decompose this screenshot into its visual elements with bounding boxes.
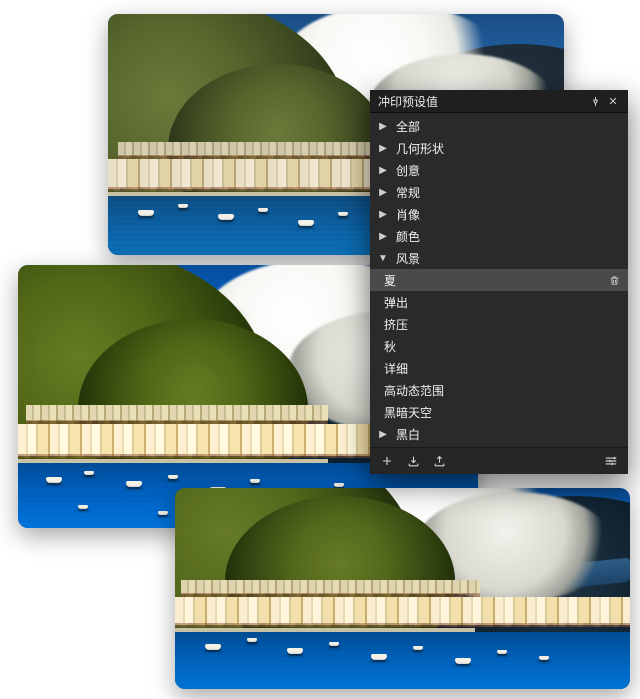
preset-group[interactable]: 颜色: [370, 225, 628, 247]
preset-group-label: 颜色: [396, 228, 420, 245]
preset-group-label: 常规: [396, 184, 420, 201]
panel-footer: [370, 447, 628, 474]
chevron-right-icon: [376, 165, 390, 176]
preset-item[interactable]: 夏: [370, 269, 628, 291]
preset-group-label: 创意: [396, 162, 420, 179]
preset-item[interactable]: 黑暗天空: [370, 401, 628, 423]
preset-group[interactable]: 几何形状: [370, 137, 628, 159]
add-icon[interactable]: [376, 451, 398, 471]
panel-title: 冲印预设值: [378, 93, 586, 110]
preset-item[interactable]: 挤压: [370, 313, 628, 335]
preset-group-label: 几何形状: [396, 140, 444, 157]
preset-group[interactable]: 全部: [370, 115, 628, 137]
chevron-right-icon: [376, 187, 390, 198]
preset-item[interactable]: 弹出: [370, 291, 628, 313]
preset-group-label: 黑白: [396, 426, 420, 443]
chevron-right-icon: [376, 209, 390, 220]
preset-item-label: 秋: [384, 338, 396, 355]
preset-group[interactable]: 风景: [370, 247, 628, 269]
chevron-right-icon: [376, 231, 390, 242]
trash-icon[interactable]: [609, 275, 620, 286]
preset-item[interactable]: 详细: [370, 357, 628, 379]
chevron-right-icon: [376, 121, 390, 132]
preset-item-label: 黑暗天空: [384, 404, 432, 421]
preset-group[interactable]: 黑白: [370, 423, 628, 445]
preset-group-label: 全部: [396, 118, 420, 135]
preset-item-label: 弹出: [384, 294, 408, 311]
panel-titlebar[interactable]: 冲印预设值: [370, 90, 628, 113]
close-icon[interactable]: [604, 92, 622, 110]
preset-item[interactable]: 秋: [370, 335, 628, 357]
preset-item-label: 挤压: [384, 316, 408, 333]
preset-item[interactable]: 高动态范围: [370, 379, 628, 401]
chevron-right-icon: [376, 429, 390, 440]
chevron-down-icon: [376, 253, 390, 264]
preset-list: 全部几何形状创意常规肖像颜色风景夏弹出挤压秋详细高动态范围黑暗天空黑白: [370, 113, 628, 447]
preset-group[interactable]: 肖像: [370, 203, 628, 225]
preset-item-label: 夏: [384, 272, 396, 289]
preset-item-label: 详细: [384, 360, 408, 377]
preset-item-label: 高动态范围: [384, 382, 444, 399]
preset-group[interactable]: 创意: [370, 159, 628, 181]
preset-group[interactable]: 常规: [370, 181, 628, 203]
develop-presets-panel: 冲印预设值 全部几何形状创意常规肖像颜色风景夏弹出挤压秋详细高动态范围黑暗天空黑…: [370, 90, 628, 474]
chevron-right-icon: [376, 143, 390, 154]
export-icon[interactable]: [428, 451, 450, 471]
preset-group-label: 肖像: [396, 206, 420, 223]
preset-group-label: 风景: [396, 250, 420, 267]
preview-image-secondary: [175, 488, 630, 689]
pin-icon[interactable]: [586, 92, 604, 110]
import-icon[interactable]: [402, 451, 424, 471]
options-icon[interactable]: [600, 451, 622, 471]
